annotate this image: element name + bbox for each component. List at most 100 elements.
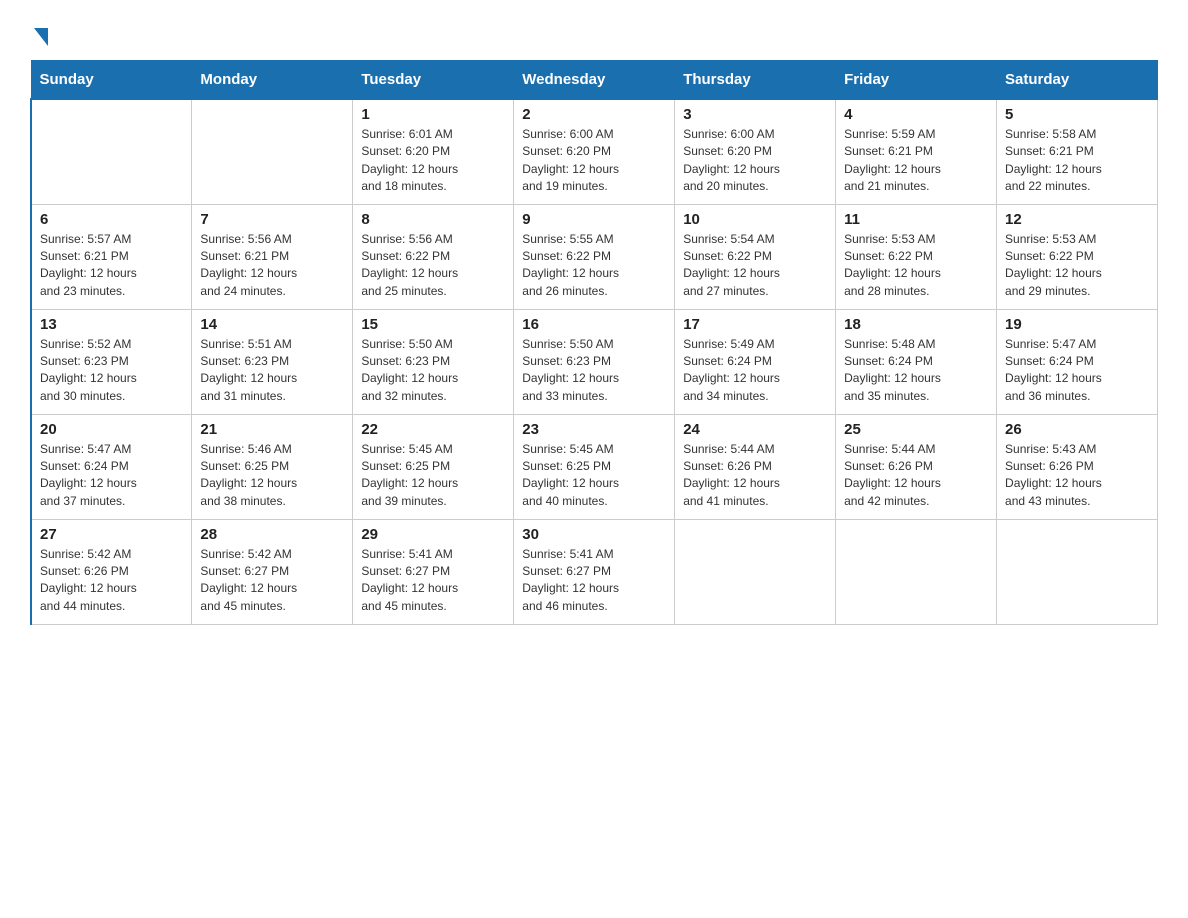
day-info: Sunrise: 5:47 AM Sunset: 6:24 PM Dayligh… [40,441,183,511]
day-number: 14 [200,316,344,333]
day-info: Sunrise: 5:57 AM Sunset: 6:21 PM Dayligh… [40,231,183,301]
day-info: Sunrise: 5:54 AM Sunset: 6:22 PM Dayligh… [683,231,827,301]
calendar-cell: 16 Sunrise: 5:50 AM Sunset: 6:23 PM Dayli… [514,309,675,414]
page-header [30,20,1158,42]
calendar-cell: 18Sunrise: 5:48 AM Sunset: 6:24 PM Dayli… [836,309,997,414]
calendar-cell: 2 Sunrise: 6:00 AM Sunset: 6:20 PM Daylig… [514,99,675,204]
day-info: Sunrise: 5:44 AM Sunset: 6:26 PM Dayligh… [844,441,988,511]
calendar-table: SundayMondayTuesdayWednesdayThursdayFrid… [30,60,1158,625]
day-info: Sunrise: 5:45 AM Sunset: 6:25 PM Dayligh… [361,441,505,511]
calendar-cell [675,519,836,624]
calendar-cell: 24 Sunrise: 5:44 AM Sunset: 6:26 PM Dayli… [675,414,836,519]
calendar-cell: 23 Sunrise: 5:45 AM Sunset: 6:25 PM Dayli… [514,414,675,519]
day-number: 7 [200,211,344,228]
day-number: 30 [522,526,666,543]
day-info: Sunrise: 5:53 AM Sunset: 6:22 PM Dayligh… [1005,231,1149,301]
calendar-cell: 13 Sunrise: 5:52 AM Sunset: 6:23 PM Dayli… [31,309,192,414]
day-info: Sunrise: 5:42 AM Sunset: 6:26 PM Dayligh… [40,546,183,616]
day-info: Sunrise: 5:58 AM Sunset: 6:21 PM Dayligh… [1005,126,1149,196]
day-number: 3 [683,106,827,123]
day-number: 6 [40,211,183,228]
day-number: 17 [683,316,827,333]
calendar-cell: 26 Sunrise: 5:43 AM Sunset: 6:26 PM Dayli… [997,414,1158,519]
day-info: Sunrise: 5:42 AM Sunset: 6:27 PM Dayligh… [200,546,344,616]
calendar-week-row: 6 Sunrise: 5:57 AM Sunset: 6:21 PM Daylig… [31,204,1158,309]
day-number: 19 [1005,316,1149,333]
calendar-cell: 22 Sunrise: 5:45 AM Sunset: 6:25 PM Dayli… [353,414,514,519]
day-number: 27 [40,526,183,543]
calendar-cell: 4 Sunrise: 5:59 AM Sunset: 6:21 PM Daylig… [836,99,997,204]
calendar-cell: 30Sunrise: 5:41 AM Sunset: 6:27 PM Dayli… [514,519,675,624]
day-number: 9 [522,211,666,228]
day-number: 20 [40,421,183,438]
day-number: 1 [361,106,505,123]
day-info: Sunrise: 5:45 AM Sunset: 6:25 PM Dayligh… [522,441,666,511]
calendar-cell: 3 Sunrise: 6:00 AM Sunset: 6:20 PM Daylig… [675,99,836,204]
day-number: 8 [361,211,505,228]
day-number: 24 [683,421,827,438]
calendar-cell: 10 Sunrise: 5:54 AM Sunset: 6:22 PM Dayli… [675,204,836,309]
calendar-cell: 27 Sunrise: 5:42 AM Sunset: 6:26 PM Dayli… [31,519,192,624]
calendar-week-row: 20 Sunrise: 5:47 AM Sunset: 6:24 PM Dayli… [31,414,1158,519]
day-number: 16 [522,316,666,333]
logo-arrow-icon [34,28,48,46]
calendar-cell [192,99,353,204]
day-info: Sunrise: 5:46 AM Sunset: 6:25 PM Dayligh… [200,441,344,511]
calendar-week-row: 1 Sunrise: 6:01 AM Sunset: 6:20 PM Daylig… [31,99,1158,204]
column-header-sunday: Sunday [31,61,192,100]
calendar-cell: 28 Sunrise: 5:42 AM Sunset: 6:27 PM Dayli… [192,519,353,624]
calendar-cell: 14 Sunrise: 5:51 AM Sunset: 6:23 PM Dayli… [192,309,353,414]
day-number: 2 [522,106,666,123]
day-info: Sunrise: 5:55 AM Sunset: 6:22 PM Dayligh… [522,231,666,301]
calendar-cell: 29 Sunrise: 5:41 AM Sunset: 6:27 PM Dayli… [353,519,514,624]
day-number: 10 [683,211,827,228]
day-info: Sunrise: 5:52 AM Sunset: 6:23 PM Dayligh… [40,336,183,406]
calendar-cell [31,99,192,204]
day-number: 4 [844,106,988,123]
column-header-tuesday: Tuesday [353,61,514,100]
day-number: 22 [361,421,505,438]
day-number: 23 [522,421,666,438]
day-info: Sunrise: 5:56 AM Sunset: 6:21 PM Dayligh… [200,231,344,301]
day-number: 5 [1005,106,1149,123]
day-number: 29 [361,526,505,543]
day-info: Sunrise: 5:50 AM Sunset: 6:23 PM Dayligh… [522,336,666,406]
day-number: 15 [361,316,505,333]
calendar-cell: 12 Sunrise: 5:53 AM Sunset: 6:22 PM Dayli… [997,204,1158,309]
column-header-wednesday: Wednesday [514,61,675,100]
calendar-cell: 5 Sunrise: 5:58 AM Sunset: 6:21 PM Daylig… [997,99,1158,204]
day-info: Sunrise: 5:41 AM Sunset: 6:27 PM Dayligh… [361,546,505,616]
calendar-cell: 11 Sunrise: 5:53 AM Sunset: 6:22 PM Dayli… [836,204,997,309]
calendar-cell [997,519,1158,624]
day-number: 11 [844,211,988,228]
calendar-cell: 17Sunrise: 5:49 AM Sunset: 6:24 PM Dayli… [675,309,836,414]
day-info: Sunrise: 5:56 AM Sunset: 6:22 PM Dayligh… [361,231,505,301]
day-number: 12 [1005,211,1149,228]
column-header-friday: Friday [836,61,997,100]
day-info: Sunrise: 5:51 AM Sunset: 6:23 PM Dayligh… [200,336,344,406]
day-info: Sunrise: 5:53 AM Sunset: 6:22 PM Dayligh… [844,231,988,301]
column-header-monday: Monday [192,61,353,100]
calendar-cell: 6 Sunrise: 5:57 AM Sunset: 6:21 PM Daylig… [31,204,192,309]
day-info: Sunrise: 6:00 AM Sunset: 6:20 PM Dayligh… [683,126,827,196]
calendar-cell: 8 Sunrise: 5:56 AM Sunset: 6:22 PM Daylig… [353,204,514,309]
day-info: Sunrise: 6:01 AM Sunset: 6:20 PM Dayligh… [361,126,505,196]
day-number: 21 [200,421,344,438]
calendar-cell: 25Sunrise: 5:44 AM Sunset: 6:26 PM Dayli… [836,414,997,519]
day-info: Sunrise: 6:00 AM Sunset: 6:20 PM Dayligh… [522,126,666,196]
calendar-cell: 1 Sunrise: 6:01 AM Sunset: 6:20 PM Daylig… [353,99,514,204]
calendar-cell: 9 Sunrise: 5:55 AM Sunset: 6:22 PM Daylig… [514,204,675,309]
day-info: Sunrise: 5:44 AM Sunset: 6:26 PM Dayligh… [683,441,827,511]
calendar-cell: 7 Sunrise: 5:56 AM Sunset: 6:21 PM Daylig… [192,204,353,309]
day-number: 13 [40,316,183,333]
day-info: Sunrise: 5:43 AM Sunset: 6:26 PM Dayligh… [1005,441,1149,511]
day-number: 28 [200,526,344,543]
calendar-week-row: 27 Sunrise: 5:42 AM Sunset: 6:26 PM Dayli… [31,519,1158,624]
calendar-cell: 20 Sunrise: 5:47 AM Sunset: 6:24 PM Dayli… [31,414,192,519]
calendar-cell: 19 Sunrise: 5:47 AM Sunset: 6:24 PM Dayli… [997,309,1158,414]
calendar-cell: 15 Sunrise: 5:50 AM Sunset: 6:23 PM Dayli… [353,309,514,414]
day-number: 26 [1005,421,1149,438]
day-info: Sunrise: 5:47 AM Sunset: 6:24 PM Dayligh… [1005,336,1149,406]
day-info: Sunrise: 5:59 AM Sunset: 6:21 PM Dayligh… [844,126,988,196]
day-info: Sunrise: 5:50 AM Sunset: 6:23 PM Dayligh… [361,336,505,406]
